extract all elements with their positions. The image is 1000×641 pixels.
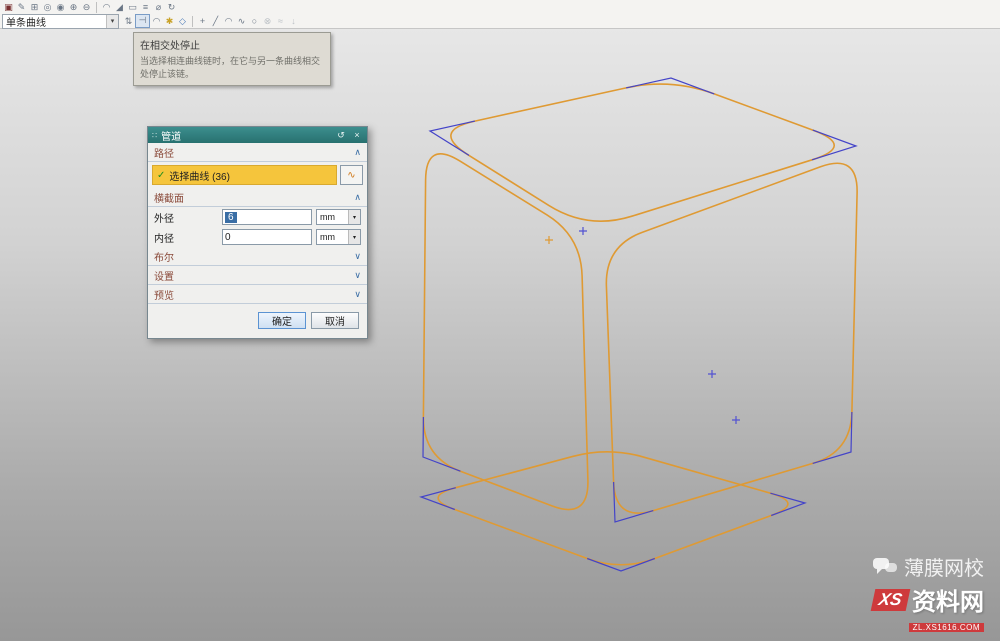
reset-icon[interactable]: ↺ [335, 130, 347, 141]
sharp-corner-edge [614, 482, 654, 522]
toolbar-row2: 单条曲线 ▾ ⇅⊣◠✱◇+╱◠∿○⊗≈↓ [0, 14, 1000, 28]
projected-curve-icon: ↓ [287, 15, 300, 27]
pattern-icon[interactable]: ≡ [139, 1, 152, 13]
outer-diameter-unit-select[interactable]: mm ▾ [316, 209, 361, 225]
measure-icon[interactable]: ⌀ [152, 1, 165, 13]
offset-curve-icon: ≈ [274, 15, 287, 27]
outer-diameter-label: 外径 [154, 210, 218, 225]
section-boolean[interactable]: 布尔 ∨ [148, 247, 367, 266]
blend-icon[interactable]: ◠ [100, 1, 113, 13]
tooltip-body: 当选择相连曲线链时，在它与另一条曲线相交处停止该链。 [140, 55, 324, 80]
line-tool-icon[interactable]: ╱ [209, 15, 222, 27]
toolbar-row2-icons: ⇅⊣◠✱◇+╱◠∿○⊗≈↓ [122, 14, 300, 28]
refresh-icon[interactable]: ↻ [165, 1, 178, 13]
sketch-icon[interactable]: ✎ [15, 1, 28, 13]
point-marker [732, 416, 740, 424]
section-cross-section-label: 横截面 [154, 190, 184, 205]
chevron-down-icon: ∨ [354, 270, 361, 281]
watermark-url: ZL.XS1616.COM [909, 623, 984, 632]
sharp-corner-edge [430, 121, 475, 155]
section-settings[interactable]: 设置 ∨ [148, 266, 367, 285]
arc-tool-icon[interactable]: ◠ [222, 15, 235, 27]
point-marker [545, 236, 553, 244]
curve-rule-value: 单条曲线 [6, 14, 46, 29]
inner-diameter-row: 内径 0 mm ▾ [148, 227, 367, 247]
curve-icon: ∿ [347, 170, 355, 181]
watermark: 薄膜网校 XS 资料网 ZL.XS1616.COM [872, 552, 984, 635]
section-preview-label: 预览 [154, 287, 174, 302]
check-icon: ✓ [157, 170, 165, 181]
watermark-school-text: 薄膜网校 [904, 552, 984, 581]
unite-icon[interactable]: ⊕ [67, 1, 80, 13]
chamfer-icon[interactable]: ◢ [113, 1, 126, 13]
chevron-up-icon: ∧ [354, 192, 361, 203]
outer-diameter-unit: mm [320, 212, 335, 222]
toolbar-separator [96, 2, 97, 13]
curve-picker-button[interactable]: ∿ [340, 165, 363, 185]
tube-path-right [606, 163, 857, 513]
chevron-down-icon: ∨ [354, 289, 361, 300]
snap-point-icon[interactable]: ◇ [176, 15, 189, 27]
chevron-down-icon: ∨ [354, 251, 361, 262]
section-settings-label: 设置 [154, 268, 174, 283]
watermark-site-text: 资料网 [912, 582, 984, 617]
tube-path-top [451, 84, 834, 221]
section-path[interactable]: 路径 ∧ [148, 143, 367, 162]
chat-bubbles-icon [872, 557, 898, 577]
outer-diameter-input[interactable]: 6 [222, 209, 312, 225]
dialog-titlebar[interactable]: ∷ 管道 ↺ × [148, 127, 367, 143]
point-marker [579, 227, 587, 235]
intersect-point-icon: ⊗ [261, 15, 274, 27]
chevron-down-icon: ▾ [348, 230, 360, 244]
stop-at-intersection-icon[interactable]: ⊣ [135, 14, 150, 28]
toolbar-row1-icons: ▣✎⊞◎◉⊕⊖ ◠◢▭≡⌀↻ [0, 0, 1000, 14]
chevron-down-icon: ▾ [106, 15, 118, 28]
section-boolean-label: 布尔 [154, 249, 174, 264]
circle-tool-icon[interactable]: ○ [248, 15, 261, 27]
ok-button[interactable]: 确定 [258, 312, 306, 329]
chevron-down-icon: ▾ [348, 210, 360, 224]
spline-tool-icon[interactable]: ∿ [235, 15, 248, 27]
tooltip-title: 在相交处停止 [140, 37, 324, 52]
shell-icon[interactable]: ▭ [126, 1, 139, 13]
datum-plane-icon[interactable]: ⊞ [28, 1, 41, 13]
toolbar-separator [192, 16, 193, 27]
select-curve-row[interactable]: ✓ 选择曲线 (36) [152, 165, 337, 185]
cancel-button[interactable]: 取消 [311, 312, 359, 329]
tube-dialog: ∷ 管道 ↺ × 路径 ∧ ✓ 选择曲线 (36) ∿ 横截面 ∧ 外径 6 m… [147, 126, 368, 339]
select-curve-label: 选择曲线 (36) [169, 168, 230, 183]
highlight-icon[interactable]: ✱ [163, 15, 176, 27]
drag-handle-icon[interactable]: ∷ [152, 131, 157, 140]
tooltip: 在相交处停止 当选择相连曲线链时，在它与另一条曲线相交处停止该链。 [133, 32, 331, 86]
outer-diameter-row: 外径 6 mm ▾ [148, 207, 367, 227]
inner-diameter-unit-select[interactable]: mm ▾ [316, 229, 361, 245]
inner-diameter-unit: mm [320, 232, 335, 242]
xs-logo: XS [871, 589, 910, 611]
tube-path-left [423, 154, 588, 510]
chevron-up-icon: ∧ [354, 147, 361, 158]
follow-fillet-icon[interactable]: ◠ [150, 15, 163, 27]
close-icon[interactable]: × [351, 130, 363, 140]
app-icon[interactable]: ▣ [2, 1, 15, 13]
dialog-title: 管道 [161, 128, 331, 143]
outer-diameter-value: 6 [225, 212, 237, 223]
hole-icon[interactable]: ◉ [54, 1, 67, 13]
subtract-icon[interactable]: ⊖ [80, 1, 93, 13]
inner-diameter-input[interactable]: 0 [222, 229, 312, 245]
extrude-icon[interactable]: ◎ [41, 1, 54, 13]
section-path-label: 路径 [154, 145, 174, 160]
inner-diameter-value: 0 [225, 232, 231, 243]
point-tool-icon[interactable]: + [196, 15, 209, 27]
toolbar: ▣✎⊞◎◉⊕⊖◠◢▭≡⌀↻ 单条曲线 ▾ ⇅⊣◠✱◇+╱◠∿○⊗≈↓ [0, 0, 1000, 29]
selection-filter-icon[interactable]: ⇅ [122, 15, 135, 27]
point-marker [708, 370, 716, 378]
inner-diameter-label: 内径 [154, 230, 218, 245]
section-cross-section[interactable]: 横截面 ∧ [148, 188, 367, 207]
section-preview[interactable]: 预览 ∨ [148, 285, 367, 304]
curve-rule-combobox[interactable]: 单条曲线 ▾ [2, 14, 119, 29]
